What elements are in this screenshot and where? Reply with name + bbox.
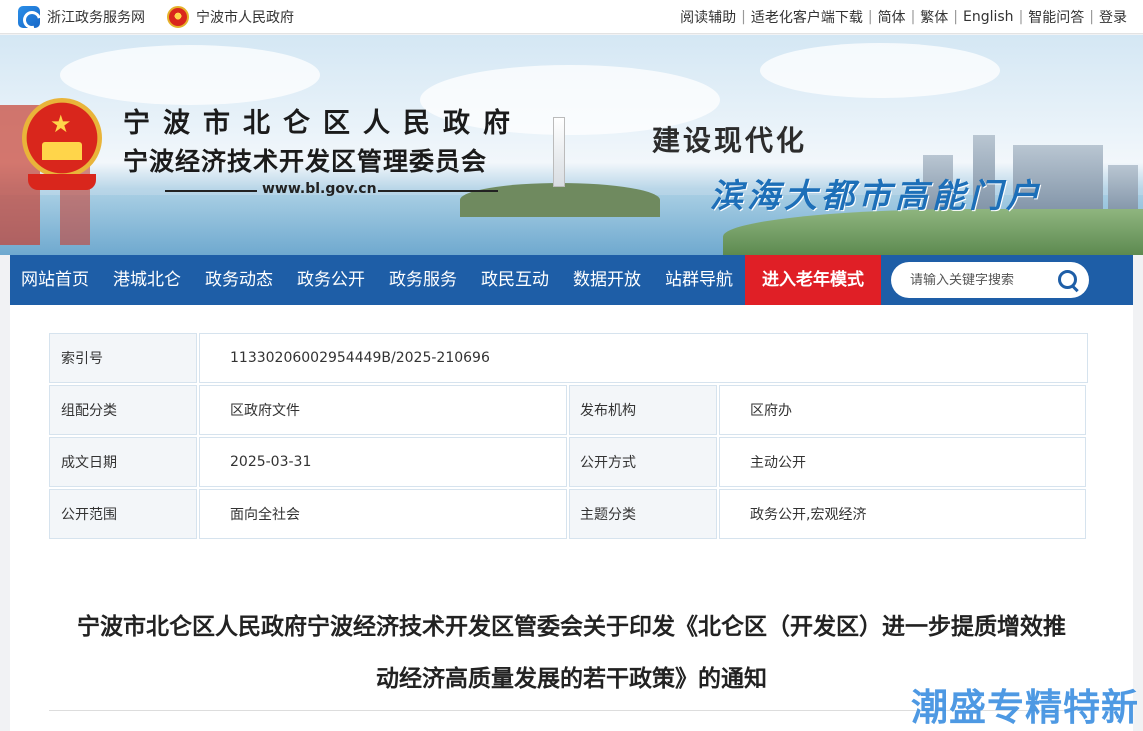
slogan-line1: 建设现代化 bbox=[652, 124, 808, 157]
separator: | bbox=[741, 8, 746, 25]
nav-item-interaction[interactable]: 政民互动 bbox=[469, 255, 561, 305]
topic-value: 政务公开,宏观经济 bbox=[719, 489, 1086, 539]
publisher-value: 区府办 bbox=[719, 385, 1086, 435]
nav-item-port-city[interactable]: 港城北仑 bbox=[101, 255, 193, 305]
open-method-label: 公开方式 bbox=[569, 437, 717, 487]
category-value: 区政府文件 bbox=[199, 385, 567, 435]
cloud-decoration bbox=[760, 43, 1000, 98]
date-value: 2025-03-31 bbox=[199, 437, 567, 487]
scope-label: 公开范围 bbox=[49, 489, 197, 539]
separator: | bbox=[867, 8, 873, 25]
top-bar-sites: 浙江政务服务网 宁波市人民政府 bbox=[18, 5, 294, 28]
ningbo-gov-label: 宁波市人民政府 bbox=[196, 9, 294, 26]
elderly-client-download-link[interactable]: 适老化客户端下载 bbox=[751, 7, 863, 27]
nav-item-gov-disclosure[interactable]: 政务公开 bbox=[285, 255, 377, 305]
scope-value: 面向全社会 bbox=[199, 489, 567, 539]
nav-item-gov-news[interactable]: 政务动态 bbox=[193, 255, 285, 305]
smart-qa-link[interactable]: 智能问答 bbox=[1028, 7, 1084, 27]
slogan-line2: 滨海大都市高能门户 bbox=[710, 176, 1043, 215]
zhejiang-service-label: 浙江政务服务网 bbox=[47, 9, 145, 26]
top-bar-links: 阅读辅助 | 适老化客户端下载 | 简体 | 繁体 | English | 智能问答 | 登… bbox=[680, 7, 1127, 27]
english-link[interactable]: English bbox=[963, 9, 1014, 25]
main-navigation: 网站首页 港城北仑 政务动态 政务公开 政务服务 政民互动 数据开放 站群导航 … bbox=[10, 255, 1133, 305]
document-title-line1: 宁波市北仑区人民政府宁波经济技术开发区管委会关于印发《北仑区（开发区）进一步提质… bbox=[77, 614, 1066, 640]
open-method-value: 主动公开 bbox=[719, 437, 1086, 487]
national-emblem-icon bbox=[167, 5, 189, 28]
top-bar: 浙江政务服务网 宁波市人民政府 阅读辅助 | 适老化客户端下载 | 简体 | 繁体 | … bbox=[0, 0, 1143, 34]
island-decoration bbox=[460, 183, 660, 217]
nav-item-open-data[interactable]: 数据开放 bbox=[561, 255, 653, 305]
ningbo-gov-link[interactable]: 宁波市人民政府 bbox=[167, 5, 294, 28]
site-title-line1: 宁波市北仑区人民政府 bbox=[123, 108, 523, 139]
topic-label: 主题分类 bbox=[569, 489, 717, 539]
separator: | bbox=[910, 8, 916, 25]
reading-assist-link[interactable]: 阅读辅助 bbox=[680, 7, 736, 27]
separator: | bbox=[1018, 8, 1024, 25]
nav-item-site-group[interactable]: 站群导航 bbox=[653, 255, 745, 305]
divider bbox=[165, 190, 257, 192]
publisher-label: 发布机构 bbox=[569, 385, 717, 435]
search-input[interactable] bbox=[910, 272, 1050, 288]
index-number-value: 11330206002954449B/2025-210696 bbox=[199, 333, 1088, 383]
nav-item-gov-service[interactable]: 政务服务 bbox=[377, 255, 469, 305]
meta-row: 公开范围 面向全社会 主题分类 政务公开,宏观经济 bbox=[49, 489, 1090, 539]
site-url: www.bl.gov.cn bbox=[262, 181, 377, 197]
date-label: 成文日期 bbox=[49, 437, 197, 487]
article-content: 索引号 11330206002954449B/2025-210696 组配分类 … bbox=[10, 305, 1133, 731]
separator: | bbox=[1089, 8, 1094, 25]
site-title-line2: 宁波经济技术开发区管理委员会 bbox=[123, 147, 488, 176]
national-emblem-logo: ★ bbox=[20, 98, 104, 194]
category-label: 组配分类 bbox=[49, 385, 197, 435]
separator: | bbox=[953, 8, 958, 25]
header-banner: ★ 宁波市北仑区人民政府 宁波经济技术开发区管理委员会 www.bl.gov.c… bbox=[0, 35, 1143, 255]
lighthouse-decoration bbox=[553, 117, 565, 187]
watermark-text: 潮盛专精特新 bbox=[911, 686, 1139, 729]
simplified-chinese-link[interactable]: 简体 bbox=[878, 7, 906, 27]
elder-mode-button[interactable]: 进入老年模式 bbox=[745, 255, 881, 305]
document-meta-table: 索引号 11330206002954449B/2025-210696 组配分类 … bbox=[49, 333, 1090, 541]
traditional-chinese-link[interactable]: 繁体 bbox=[920, 7, 948, 27]
search-icon[interactable] bbox=[1057, 269, 1079, 291]
cloud-decoration bbox=[60, 45, 320, 105]
nav-item-home[interactable]: 网站首页 bbox=[10, 255, 101, 305]
meta-row: 组配分类 区政府文件 发布机构 区府办 bbox=[49, 385, 1090, 435]
zhejiang-gov-service-link[interactable]: 浙江政务服务网 bbox=[18, 5, 145, 28]
index-number-label: 索引号 bbox=[49, 333, 197, 383]
meta-row: 成文日期 2025-03-31 公开方式 主动公开 bbox=[49, 437, 1090, 487]
divider bbox=[378, 190, 498, 192]
zhejiang-service-logo-icon bbox=[18, 5, 40, 28]
login-link[interactable]: 登录 bbox=[1099, 7, 1127, 27]
meta-row: 索引号 11330206002954449B/2025-210696 bbox=[49, 333, 1090, 383]
search-box bbox=[891, 262, 1089, 298]
